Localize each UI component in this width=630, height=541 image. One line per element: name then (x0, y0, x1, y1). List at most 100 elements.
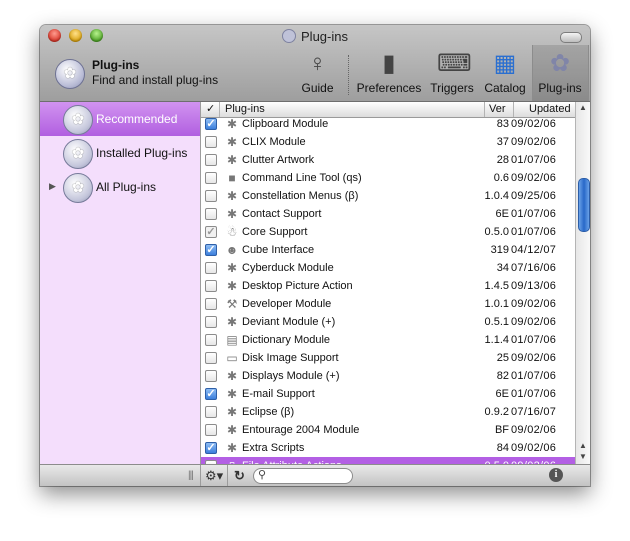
table-row[interactable]: ✓ ☻ Cube Interface 319 04/12/07 (201, 241, 575, 259)
search-field[interactable]: ⚲ (253, 468, 353, 484)
toolbar-separator (348, 55, 349, 95)
plugin-version: 37 (496, 136, 509, 148)
plugin-name: Desktop Picture Action (242, 280, 353, 292)
enable-checkbox[interactable] (205, 298, 217, 310)
enable-checkbox[interactable]: ✓ (205, 118, 217, 130)
table-row[interactable]: ✱ Entourage 2004 Module BF 09/02/06 (201, 421, 575, 439)
refresh-icon[interactable]: ↻ (234, 468, 245, 484)
table-row[interactable]: ▭ Disk Image Support 25 09/02/06 (201, 349, 575, 367)
table-row[interactable]: ✱ Constellation Menus (β) 1.0.4 09/25/06 (201, 187, 575, 205)
enable-checkbox[interactable] (205, 208, 217, 220)
sidebar-item-recommended[interactable]: Recommended (40, 102, 200, 136)
table-row[interactable]: ✓ ☃ Core Support 0.5.0 01/07/06 (201, 223, 575, 241)
column-header-name[interactable]: Plug-ins (225, 103, 265, 116)
table-row[interactable]: ✱ Displays Module (+) 82 01/07/06 (201, 367, 575, 385)
column-header-version[interactable]: Ver (489, 103, 506, 116)
plugin-version: 0.6 (493, 172, 509, 184)
table-row[interactable]: ▯File Attribute Actions0.5.009/02/06 (201, 457, 575, 464)
enable-checkbox[interactable] (205, 280, 217, 292)
enable-checkbox[interactable] (205, 136, 217, 148)
enable-checkbox[interactable] (205, 334, 217, 346)
table-row[interactable]: ✱ Contact Support 6E 01/07/06 (201, 205, 575, 223)
plugin-version: 84 (496, 442, 509, 454)
scroll-up-icon[interactable]: ▲ (579, 103, 587, 112)
enable-checkbox[interactable] (205, 172, 217, 184)
toolbar-plugins-button[interactable]: ✿ Plug-ins (534, 49, 586, 99)
plugin-updated-date: 09/02/06 (511, 352, 557, 364)
table-header: ✓ Plug-ins Ver Updated (201, 102, 575, 118)
disk-image-icon: ▭ (226, 351, 238, 365)
plugin-updated-date: 01/07/06 (511, 226, 557, 238)
plugin-name: Constellation Menus (β) (242, 190, 359, 202)
plugin-name: Deviant Module (+) (242, 316, 336, 328)
table-row[interactable]: ✓ ✱ Extra Scripts 84 09/02/06 (201, 439, 575, 457)
vertical-scrollbar[interactable]: ▲ ▲ ▼ (575, 102, 590, 464)
enable-checkbox[interactable] (205, 352, 217, 364)
gear-icon[interactable]: ⚙▾ (205, 468, 223, 484)
plugin-version: 1.0.1 (484, 298, 509, 310)
sidebar-item-installed[interactable]: Installed Plug-ins (40, 136, 200, 170)
column-divider (484, 102, 485, 117)
toolbar-guide-button[interactable]: ♀ Guide (295, 49, 340, 99)
plugin-name: Displays Module (+) (242, 370, 340, 382)
table-row[interactable]: ■ Command Line Tool (qs) 0.6 09/02/06 (201, 169, 575, 187)
puzzle-piece-icon: ✱ (226, 261, 238, 275)
plugin-updated-date: 04/12/07 (511, 244, 557, 256)
plugins-window: Plug-ins Plug-ins Find and install plug-… (40, 25, 590, 486)
divider (227, 465, 228, 486)
toolbar: Plug-ins Plug-ins Find and install plug-… (40, 25, 590, 102)
enable-checkbox[interactable]: ✓ (205, 388, 217, 400)
toolbar-preferences-button[interactable]: ▮ Preferences (356, 49, 422, 99)
puzzle-piece-icon: ✱ (226, 423, 238, 437)
header-subtitle: Find and install plug-ins (92, 73, 219, 87)
toolbar-triggers-button[interactable]: ⌨ Triggers (427, 49, 477, 99)
plugin-name: Command Line Tool (qs) (242, 172, 362, 184)
toolbar-catalog-button[interactable]: ▦ Catalog (482, 49, 528, 99)
table-row[interactable]: ▤ Dictionary Module 1.1.4 01/07/06 (201, 331, 575, 349)
scroll-down-icon[interactable]: ▼ (579, 452, 587, 461)
table-row[interactable]: ✓ ✱ E-mail Support 6E 01/07/06 (201, 385, 575, 403)
enable-checkbox[interactable] (205, 406, 217, 418)
enable-checkbox[interactable] (205, 190, 217, 202)
table-row[interactable]: ✱ Clutter Artwork 28 01/07/06 (201, 151, 575, 169)
enable-checkbox[interactable] (205, 370, 217, 382)
plugin-name: Extra Scripts (242, 442, 305, 454)
plugin-updated-date: 01/07/06 (511, 154, 557, 166)
enable-checkbox[interactable] (205, 316, 217, 328)
core-icon: ☃ (226, 225, 238, 239)
sidebar-item-all[interactable]: ▶ All Plug-ins (40, 170, 200, 204)
puzzle-piece-icon: ✱ (226, 279, 238, 293)
disclosure-triangle-icon[interactable]: ▶ (49, 181, 56, 192)
keyboard-icon: ⌨ (437, 50, 472, 77)
plugin-name: Clutter Artwork (242, 154, 315, 166)
enable-checkbox[interactable] (205, 424, 217, 436)
info-icon[interactable]: i (549, 468, 563, 482)
table-row[interactable]: ⚒ Developer Module 1.0.1 09/02/06 (201, 295, 575, 313)
table-row[interactable]: ✱ Deviant Module (+) 0.5.1 09/02/06 (201, 313, 575, 331)
column-header-check[interactable]: ✓ (206, 103, 215, 116)
table-row[interactable]: ✓ ✱ Clipboard Module 83 09/02/06 (201, 118, 575, 133)
enable-checkbox[interactable] (205, 262, 217, 274)
table-row[interactable]: ✱ Desktop Picture Action 1.4.5 09/13/06 (201, 277, 575, 295)
enable-checkbox[interactable]: ✓ (205, 244, 217, 256)
table-row[interactable]: ✱ Cyberduck Module 34 07/16/06 (201, 259, 575, 277)
plugin-version: 6E (495, 388, 509, 400)
resize-grip-icon[interactable]: ||| (188, 470, 194, 481)
table-row[interactable]: ✱ CLIX Module 37 09/02/06 (201, 133, 575, 151)
search-input[interactable] (270, 469, 346, 482)
plugin-updated-date: 01/07/06 (511, 334, 557, 346)
scroll-up-icon[interactable]: ▲ (579, 441, 587, 450)
table-row[interactable]: ✱ Eclipse (β) 0.9.2 07/16/07 (201, 403, 575, 421)
plugin-updated-date: 09/02/06 (511, 424, 557, 436)
plugin-updated-date: 07/16/07 (511, 406, 557, 418)
enable-checkbox[interactable]: ✓ (205, 442, 217, 454)
scrollbar-thumb[interactable] (578, 178, 590, 232)
column-header-updated[interactable]: Updated (529, 103, 571, 116)
enable-checkbox[interactable] (205, 154, 217, 166)
puzzle-piece-icon: ✱ (226, 118, 238, 131)
plugin-updated-date: 09/02/06 (511, 298, 557, 310)
toolbar-toggle-button[interactable] (560, 32, 582, 43)
plugin-icon (63, 105, 93, 135)
terminal-icon: ■ (228, 171, 236, 185)
enable-checkbox: ✓ (205, 226, 217, 238)
